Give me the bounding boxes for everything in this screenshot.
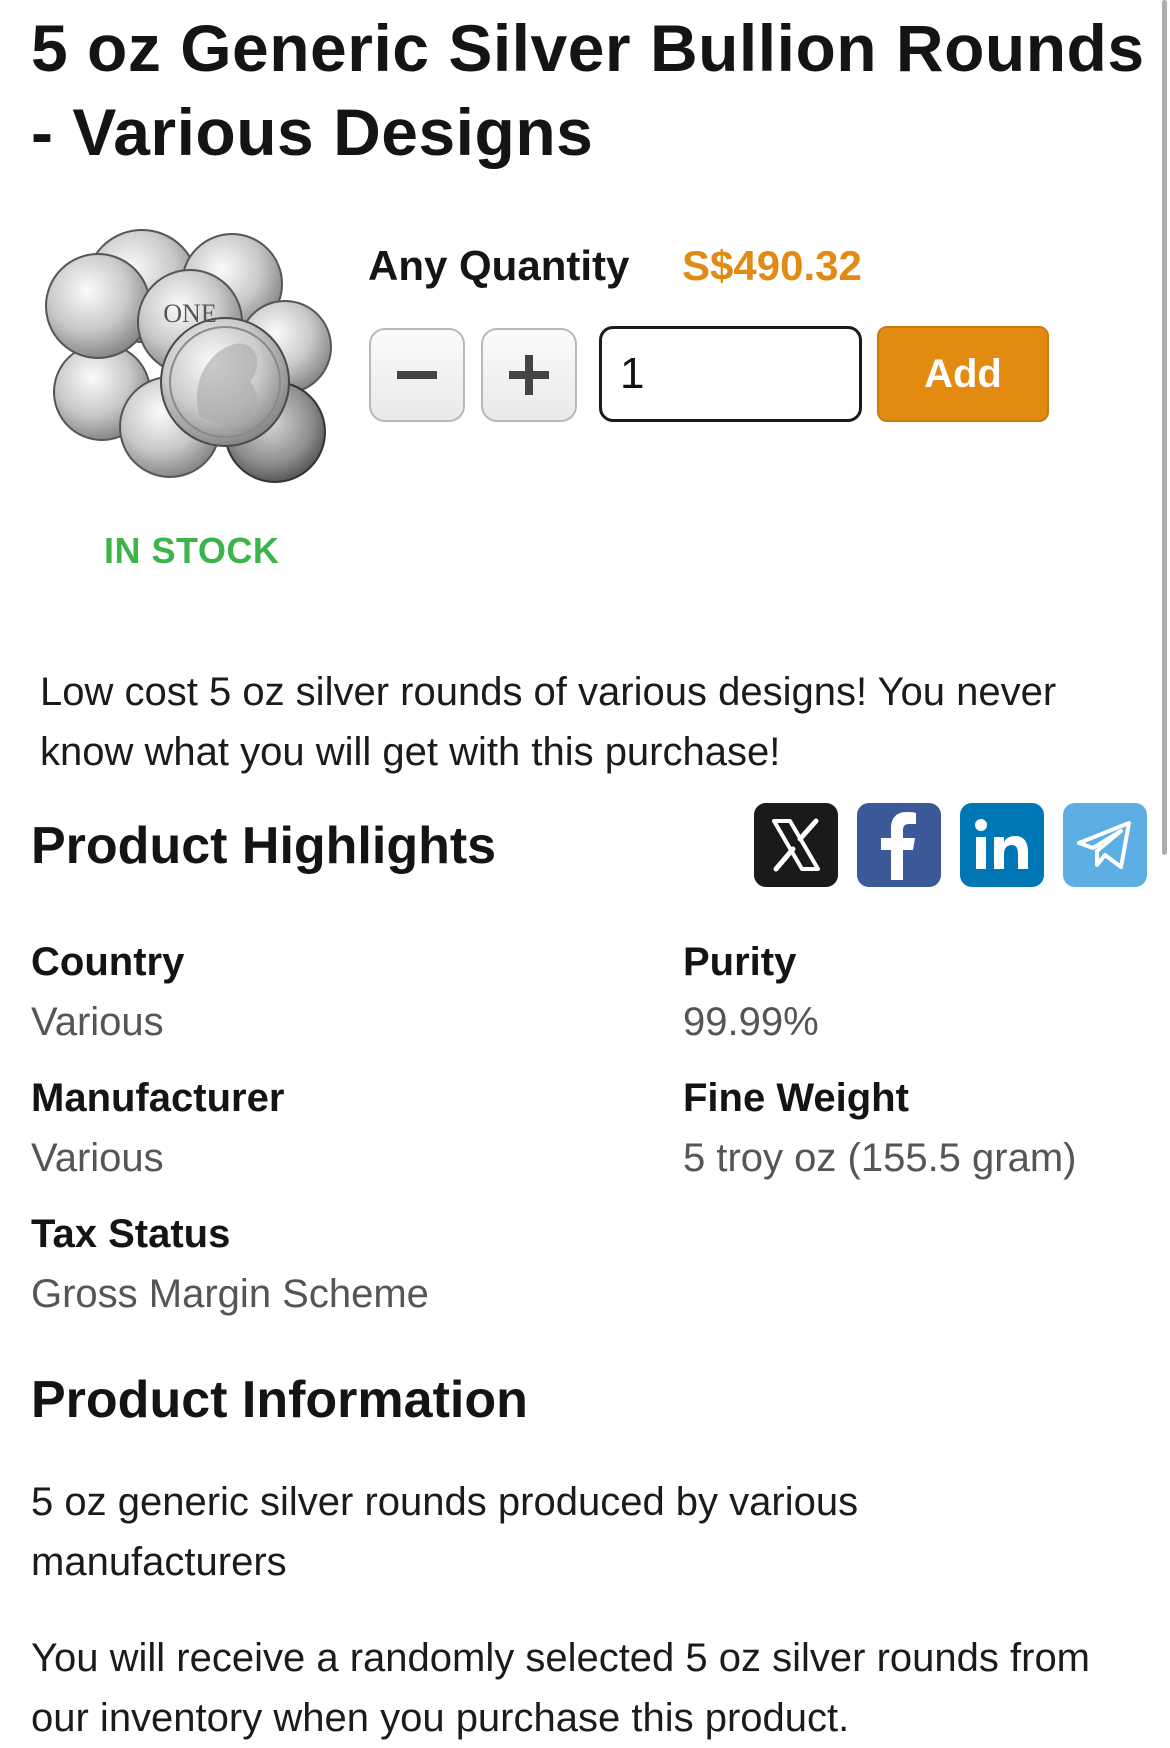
- product-intro: Low cost 5 oz silver rounds of various d…: [40, 670, 1057, 774]
- facebook-icon: [881, 812, 916, 880]
- linkedin-icon: [975, 819, 1028, 869]
- spec-label: Country: [31, 940, 185, 984]
- spec-value: 99.99%: [683, 1000, 819, 1044]
- x-icon: [772, 818, 820, 872]
- add-to-cart-button[interactable]: Add: [877, 326, 1049, 422]
- share-facebook-button[interactable]: [857, 803, 941, 887]
- spec-label: Fine Weight: [683, 1076, 909, 1120]
- spec-country: Country Various: [31, 937, 184, 1047]
- spec-label: Tax Status: [31, 1212, 231, 1256]
- product-title: 5 oz Generic Silver Bullion Rounds - Var…: [31, 11, 1145, 169]
- spec-value: 5 troy oz (155.5 gram): [683, 1136, 1077, 1180]
- plus-icon: [509, 355, 549, 395]
- spec-tax-status: Tax Status Gross Margin Scheme: [31, 1209, 429, 1319]
- share-telegram-button[interactable]: [1063, 803, 1147, 887]
- minus-icon: [397, 371, 437, 379]
- price: S$490.32: [682, 242, 862, 289]
- spec-fine-weight: Fine Weight 5 troy oz (155.5 gram): [683, 1073, 1077, 1183]
- quantity-input[interactable]: [599, 326, 862, 422]
- product-image[interactable]: ONE: [40, 222, 340, 486]
- svg-text:ONE: ONE: [163, 299, 216, 328]
- info-paragraph: You will receive a randomly selected 5 o…: [31, 1636, 1091, 1740]
- telegram-icon: [1077, 821, 1131, 869]
- coin-stack: ONE: [45, 229, 332, 483]
- product-information-heading: Product Information: [31, 1371, 528, 1429]
- share-x-button[interactable]: [754, 803, 838, 887]
- product-page: 5 oz Generic Silver Bullion Rounds - Var…: [0, 0, 1170, 1741]
- info-paragraph: 5 oz generic silver rounds produced by v…: [31, 1480, 859, 1584]
- spec-value: Gross Margin Scheme: [31, 1272, 429, 1316]
- share-linkedin-button[interactable]: [960, 803, 1044, 887]
- spec-manufacturer: Manufacturer Various: [31, 1073, 284, 1183]
- spec-label: Manufacturer: [31, 1076, 285, 1120]
- highlights-heading: Product Highlights: [31, 817, 497, 875]
- quantity-label: Any Quantity: [368, 242, 630, 289]
- stock-status: IN STOCK: [104, 530, 280, 571]
- spec-purity: Purity 99.99%: [683, 937, 819, 1047]
- decrease-quantity-button[interactable]: [369, 328, 465, 422]
- spec-value: Various: [31, 1000, 164, 1044]
- spec-value: Various: [31, 1136, 164, 1180]
- increase-quantity-button[interactable]: [481, 328, 577, 422]
- scrollbar[interactable]: [1162, 0, 1167, 855]
- spec-label: Purity: [683, 940, 797, 984]
